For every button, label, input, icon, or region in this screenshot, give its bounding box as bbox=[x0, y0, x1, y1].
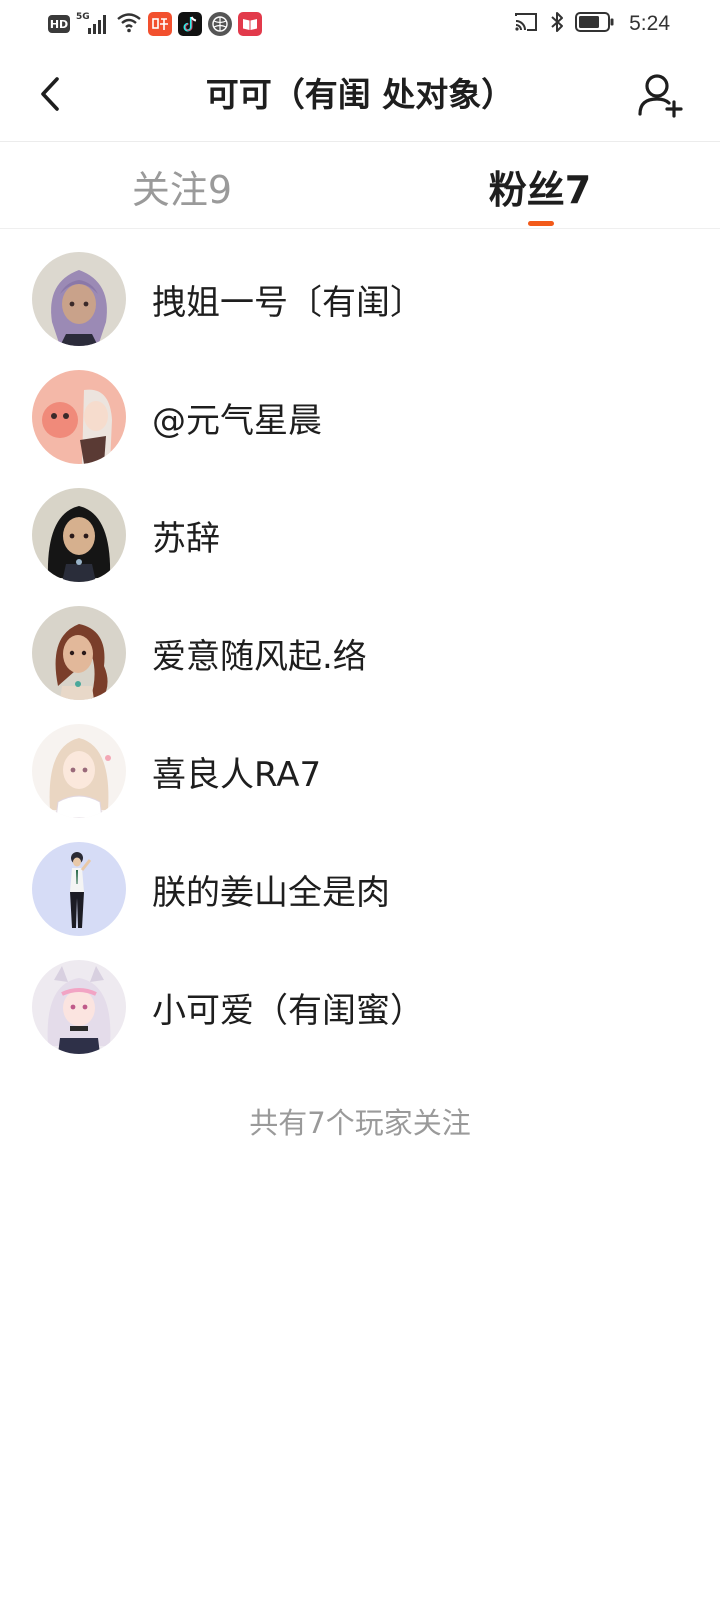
cast-icon bbox=[513, 11, 539, 37]
chevron-left-icon bbox=[41, 77, 59, 111]
wifi-icon bbox=[116, 11, 142, 37]
follower-count-note: 共有7个玩家关注 bbox=[249, 1106, 471, 1140]
ting-app-icon bbox=[148, 12, 172, 36]
bluetooth-icon bbox=[549, 10, 565, 38]
list-item[interactable]: 爱意随风起.络 bbox=[0, 594, 720, 712]
fan-name: @元气星晨 bbox=[152, 400, 322, 441]
signal-icon: 5G bbox=[76, 12, 110, 36]
tab-following[interactable]: 关注9 bbox=[62, 143, 302, 229]
clock: 5:24 bbox=[629, 12, 670, 35]
status-bar: HD 5G 5:24 bbox=[0, 0, 720, 48]
fan-name: 爱意随风起.络 bbox=[152, 636, 367, 677]
add-user-button[interactable] bbox=[636, 70, 686, 120]
status-left: HD 5G bbox=[48, 11, 262, 37]
avatar[interactable] bbox=[32, 606, 126, 700]
hd-icon: HD bbox=[48, 15, 70, 33]
network-type-label: 5G bbox=[76, 12, 90, 22]
avatar[interactable] bbox=[32, 252, 126, 346]
fan-name: 苏辞 bbox=[152, 518, 220, 559]
list-item[interactable]: 苏辞 bbox=[0, 476, 720, 594]
battery-icon bbox=[575, 11, 615, 37]
status-right: 5:24 bbox=[513, 11, 670, 37]
tab-fans[interactable]: 粉丝7 bbox=[420, 143, 660, 229]
avatar[interactable] bbox=[32, 960, 126, 1054]
list-item[interactable]: 朕的姜山全是肉 bbox=[0, 830, 720, 948]
tab-bar: 关注9 粉丝7 bbox=[0, 143, 720, 229]
fan-name: 喜良人RA7 bbox=[152, 754, 322, 795]
list-item[interactable]: 拽姐一号〔有闺〕 bbox=[0, 240, 720, 358]
avatar[interactable] bbox=[32, 724, 126, 818]
back-button[interactable] bbox=[28, 72, 72, 116]
fan-name: 小可爱（有闺蜜） bbox=[152, 990, 424, 1031]
active-tab-indicator bbox=[528, 221, 554, 226]
header: 可可（有闺 处对象） bbox=[0, 48, 720, 142]
avatar[interactable] bbox=[32, 842, 126, 936]
ball-app-icon bbox=[208, 12, 232, 36]
avatar[interactable] bbox=[32, 370, 126, 464]
list-item[interactable]: 小可爱（有闺蜜） bbox=[0, 948, 720, 1066]
tiktok-app-icon bbox=[178, 12, 202, 36]
fan-name: 朕的姜山全是肉 bbox=[152, 872, 390, 913]
avatar[interactable] bbox=[32, 488, 126, 582]
list-item[interactable]: 喜良人RA7 bbox=[0, 712, 720, 830]
book-app-icon bbox=[238, 12, 262, 36]
fan-name: 拽姐一号〔有闺〕 bbox=[152, 282, 424, 323]
add-user-icon bbox=[638, 74, 683, 118]
page-title: 可可（有闺 处对象） bbox=[205, 75, 515, 114]
list-item[interactable]: @元气星晨 bbox=[0, 358, 720, 476]
fan-list: 拽姐一号〔有闺〕 @元气星晨 苏辞 爱意随风起.络 喜良人RA7 朕的姜山全是肉… bbox=[0, 240, 720, 1066]
